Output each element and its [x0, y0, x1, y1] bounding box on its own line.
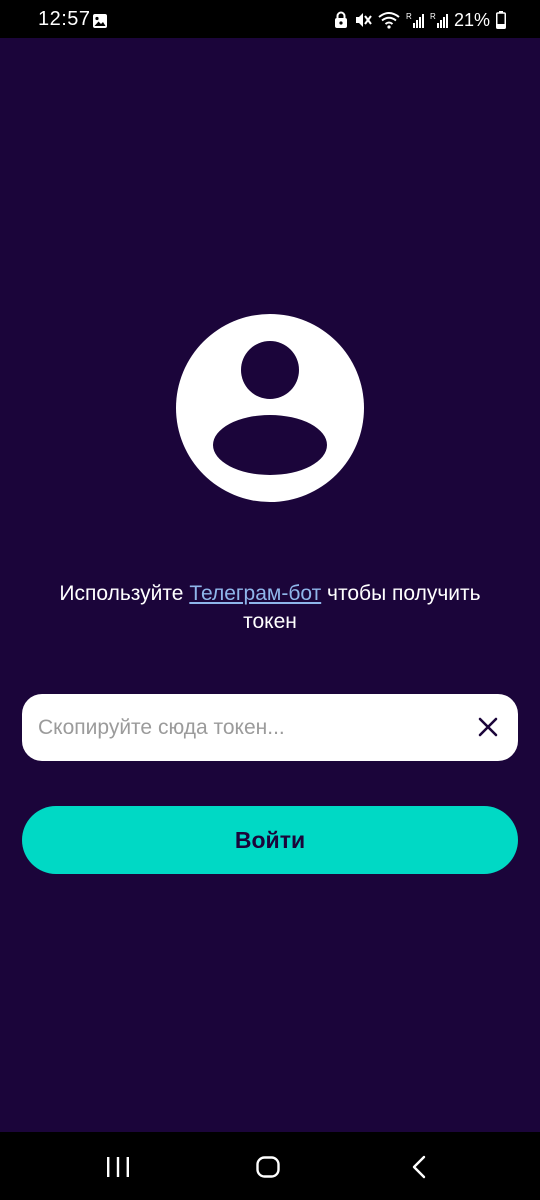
navigation-bar	[0, 1132, 540, 1200]
mute-icon	[355, 13, 372, 27]
svg-text:R: R	[406, 12, 412, 21]
login-button[interactable]: Войти	[22, 806, 518, 874]
telegram-bot-link[interactable]: Телеграм-бот	[189, 582, 321, 605]
svg-text:R: R	[430, 12, 436, 21]
status-icons: R R 21%	[334, 8, 506, 32]
battery-percent: 21%	[453, 9, 490, 30]
home-icon[interactable]	[254, 1154, 282, 1180]
battery-icon	[496, 11, 506, 29]
wifi-icon	[378, 12, 400, 29]
lock-icon	[334, 11, 347, 28]
status-bar: 12:57 R R 21%	[0, 0, 540, 38]
gallery-icon	[93, 14, 107, 28]
status-time: 12:57	[38, 8, 91, 30]
user-avatar-icon	[176, 314, 364, 502]
token-input[interactable]	[38, 694, 458, 761]
recent-apps-icon[interactable]	[104, 1154, 132, 1180]
login-screen: Используйте Телеграм-бот чтобы получить …	[0, 38, 540, 1132]
signal-icon: R	[406, 12, 424, 28]
hint-text-before: Используйте	[59, 582, 190, 605]
clear-icon[interactable]	[476, 715, 500, 739]
token-field	[22, 694, 518, 761]
token-hint: Используйте Телеграм-бот чтобы получить …	[30, 580, 510, 636]
signal-icon: R	[430, 12, 448, 28]
back-icon[interactable]	[406, 1154, 434, 1180]
